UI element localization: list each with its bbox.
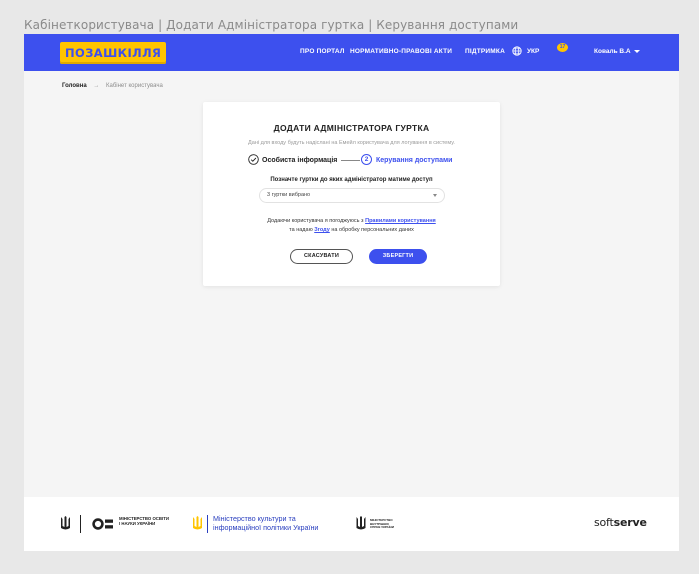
step-done-check-icon bbox=[248, 154, 259, 165]
form-title: ДОДАТИ АДМІНІСТРАТОРА ГУРТКА bbox=[273, 123, 430, 133]
softserve-logo-light: soft bbox=[594, 516, 614, 529]
notifications-badge[interactable]: 17 bbox=[557, 43, 568, 52]
breadcrumb-home[interactable]: Головна bbox=[62, 83, 87, 89]
footer-divider bbox=[207, 515, 208, 533]
nav-legal[interactable]: НОРМАТИВНО-ПРАВОВІ АКТИ bbox=[350, 48, 452, 55]
footer: МІНІСТЕРСТВО ОСВІТИ І НАУКИ УКРАЇНИ Міні… bbox=[24, 497, 679, 551]
step-access-management[interactable]: Керування доступами bbox=[376, 157, 452, 164]
chevron-down-icon bbox=[433, 194, 437, 197]
clubs-select-value: 3 гуртки вибрано bbox=[267, 192, 311, 198]
consent-line2: та надаю bbox=[289, 227, 315, 233]
consent-line2-suffix: на обробку персональних даних bbox=[329, 227, 414, 233]
window-title: Кабінеткористувача | Додати Адміністрато… bbox=[24, 18, 519, 32]
breadcrumb: Головна → Кабінет користувача bbox=[62, 83, 163, 89]
language-selector[interactable]: УКР bbox=[527, 48, 539, 55]
arrow-right-icon: → bbox=[93, 83, 100, 89]
user-menu[interactable]: Коваль В.А bbox=[594, 48, 631, 55]
trident-icon bbox=[61, 516, 70, 530]
clubs-field-label: Позначте гуртки до яких адміністратор ма… bbox=[270, 177, 433, 183]
chevron-down-icon[interactable] bbox=[634, 50, 640, 53]
top-navbar: ПОЗАШКІЛЛЯ ПРО ПОРТАЛ НОРМАТИВНО-ПРАВОВІ… bbox=[24, 34, 679, 71]
globe-icon[interactable] bbox=[512, 46, 522, 56]
mon-logo-icon[interactable] bbox=[92, 518, 114, 530]
breadcrumb-current: Кабінет користувача bbox=[106, 83, 163, 89]
trident-icon[interactable] bbox=[354, 516, 368, 532]
clubs-select[interactable]: 3 гуртки вибрано bbox=[259, 188, 445, 203]
add-admin-card: ДОДАТИ АДМІНІСТРАТОРА ГУРТКА Дані для вх… bbox=[203, 102, 500, 286]
nav-about[interactable]: ПРО ПОРТАЛ bbox=[300, 48, 345, 55]
mvs-name: МІНІСТЕРСТВО ВНУТРІШНІХ СПРАВ УКРАЇНИ bbox=[370, 518, 394, 530]
page: ПОЗАШКІЛЛЯ ПРО ПОРТАЛ НОРМАТИВНО-ПРАВОВІ… bbox=[24, 34, 679, 551]
consent-link[interactable]: Згоду bbox=[314, 227, 330, 233]
softserve-logo[interactable]: softserve bbox=[594, 516, 647, 529]
rules-link[interactable]: Правилами користування bbox=[365, 218, 436, 224]
mon-name: МІНІСТЕРСТВО ОСВІТИ І НАУКИ УКРАЇНИ bbox=[119, 516, 169, 527]
consent-line1: Додаючи користувача я погоджуюсь з bbox=[267, 218, 366, 224]
trident-icon[interactable] bbox=[192, 516, 203, 532]
nav-support[interactable]: ПІДТРИМКА bbox=[465, 48, 505, 55]
cancel-button[interactable]: СКАСУВАТИ bbox=[290, 249, 353, 264]
save-button[interactable]: ЗБЕРЕГТИ bbox=[369, 249, 427, 264]
consent-text: Додаючи користувача я погоджуюсь з Прави… bbox=[203, 217, 500, 235]
step-2-number: 2 bbox=[361, 154, 372, 165]
step-connector bbox=[341, 160, 360, 161]
step-personal-info[interactable]: Особиста інформація bbox=[262, 157, 337, 164]
footer-divider bbox=[80, 515, 81, 533]
softserve-logo-bold: serve bbox=[613, 516, 647, 529]
mkip-name: Міністерство культури та інформаційної п… bbox=[213, 514, 319, 532]
form-subtitle: Дані для входу будуть надіслані на Емейл… bbox=[248, 140, 455, 146]
site-logo[interactable]: ПОЗАШКІЛЛЯ bbox=[60, 42, 167, 64]
